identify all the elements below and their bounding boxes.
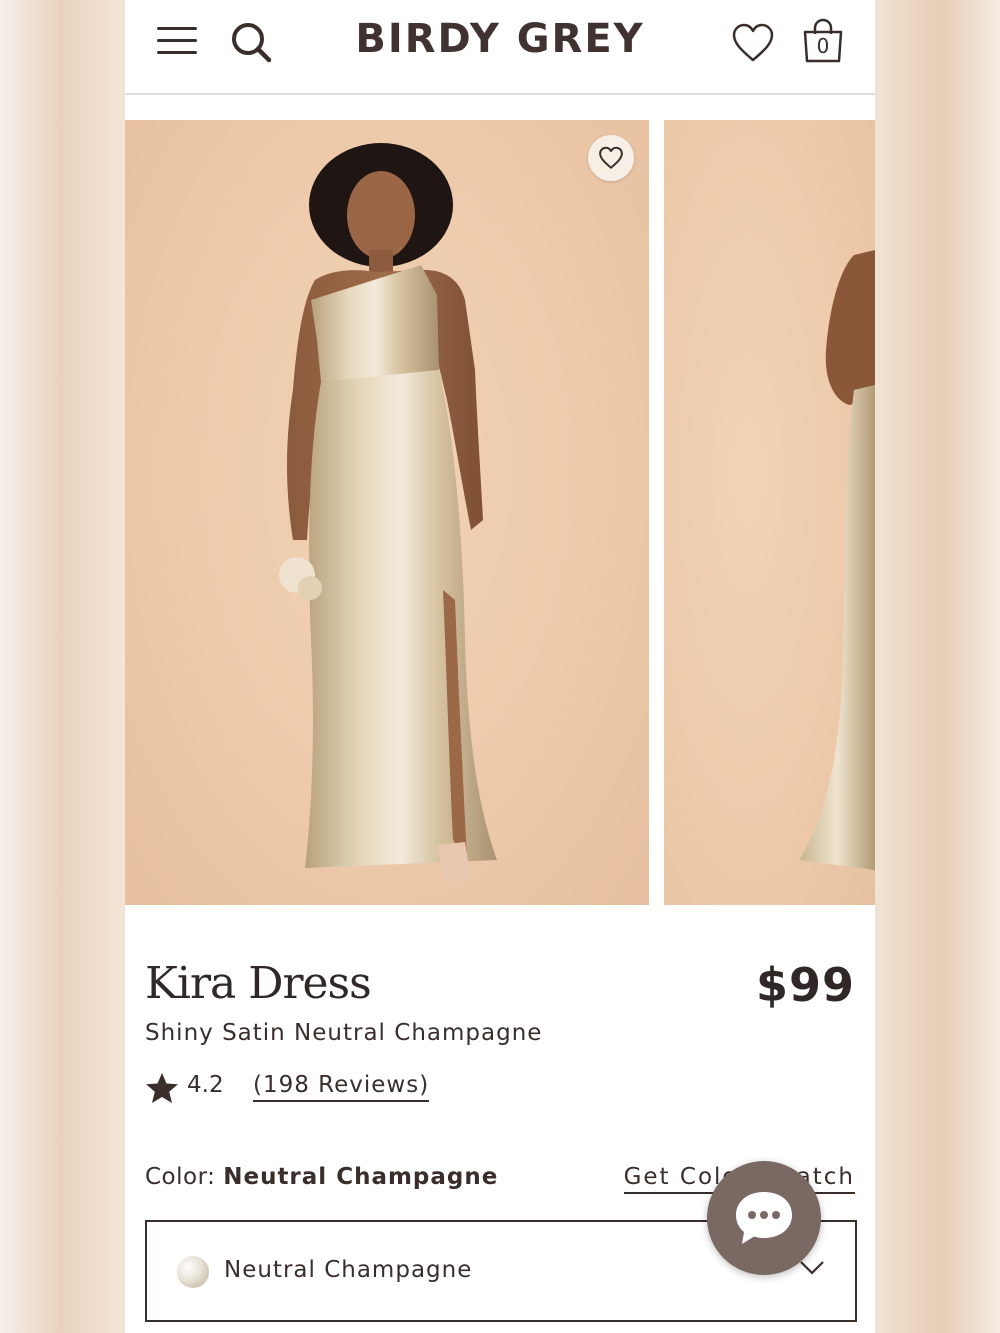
rating-value: 4.2 bbox=[187, 1072, 224, 1098]
reviews-link[interactable]: (198 Reviews) bbox=[253, 1072, 430, 1102]
heart-icon[interactable] bbox=[731, 22, 775, 64]
color-dropdown-value: Neutral Champagne bbox=[224, 1257, 473, 1283]
color-label-prefix: Color: bbox=[145, 1164, 216, 1190]
product-price: $99 bbox=[755, 958, 855, 1012]
chat-button[interactable] bbox=[707, 1161, 821, 1275]
color-label: Color: Neutral Champagne bbox=[145, 1164, 498, 1190]
color-swatch-dot bbox=[177, 1256, 209, 1288]
heart-icon bbox=[599, 146, 623, 169]
chevron-down-icon bbox=[800, 1261, 824, 1275]
cart-count: 0 bbox=[816, 34, 830, 58]
favorite-button[interactable] bbox=[588, 135, 634, 181]
site-header: BIRDY GREY 0 bbox=[125, 0, 875, 95]
product-title: Kira Dress bbox=[145, 958, 372, 1009]
model-dress-illustration bbox=[279, 143, 497, 882]
model-side-illustration bbox=[799, 250, 875, 870]
chat-bubble-icon bbox=[736, 1192, 792, 1244]
product-subtitle: Shiny Satin Neutral Champagne bbox=[145, 1020, 543, 1046]
product-image-side[interactable] bbox=[664, 120, 875, 905]
star-icon bbox=[146, 1073, 178, 1103]
phone-viewport: BIRDY GREY 0 Kira Dress $99 Shiny Satin … bbox=[125, 0, 875, 1333]
selected-color-name: Neutral Champagne bbox=[223, 1164, 499, 1190]
product-image-front[interactable] bbox=[125, 120, 649, 905]
